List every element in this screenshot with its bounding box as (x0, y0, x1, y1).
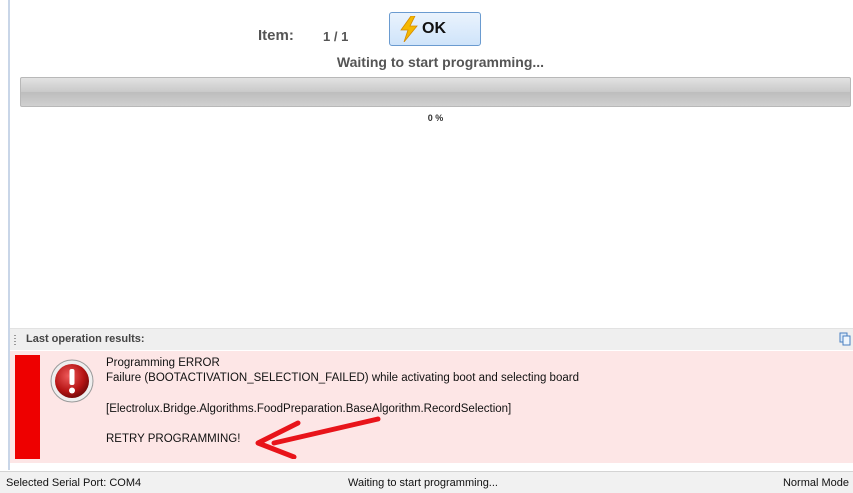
programming-header: Item: 1 / 1 OK (0, 0, 853, 60)
error-indicator-bar (15, 355, 40, 459)
progress-percent: 0 % (427, 113, 444, 123)
programming-status: Waiting to start programming... (336, 54, 545, 70)
red-arrow-annotation (255, 416, 381, 459)
retry-message: RETRY PROGRAMMING! (106, 433, 241, 445)
item-label: Item: (258, 27, 294, 44)
error-title: Programming ERROR (106, 357, 220, 369)
error-panel: Programming ERROR Failure (BOOTACTIVATIO… (10, 351, 853, 463)
mode-status: Normal Mode (782, 477, 849, 489)
copy-icon[interactable] (839, 332, 851, 346)
drag-grip-icon[interactable] (14, 335, 16, 345)
results-title: Last operation results: (26, 333, 145, 345)
ok-button[interactable]: OK (389, 12, 481, 46)
progress-bar (20, 77, 851, 107)
results-header: Last operation results: (10, 328, 853, 350)
error-detail: Failure (BOOTACTIVATION_SELECTION_FAILED… (106, 372, 579, 384)
lightning-bolt-icon (400, 16, 418, 42)
item-count: 1 / 1 (323, 29, 349, 44)
serial-port-status: Selected Serial Port: COM4 (6, 477, 142, 489)
status-bar: Selected Serial Port: COM4 Waiting to st… (0, 471, 853, 493)
error-exclamation-icon (50, 359, 94, 403)
programming-state-status: Waiting to start programming... (348, 477, 498, 489)
ok-button-label: OK (422, 20, 446, 37)
